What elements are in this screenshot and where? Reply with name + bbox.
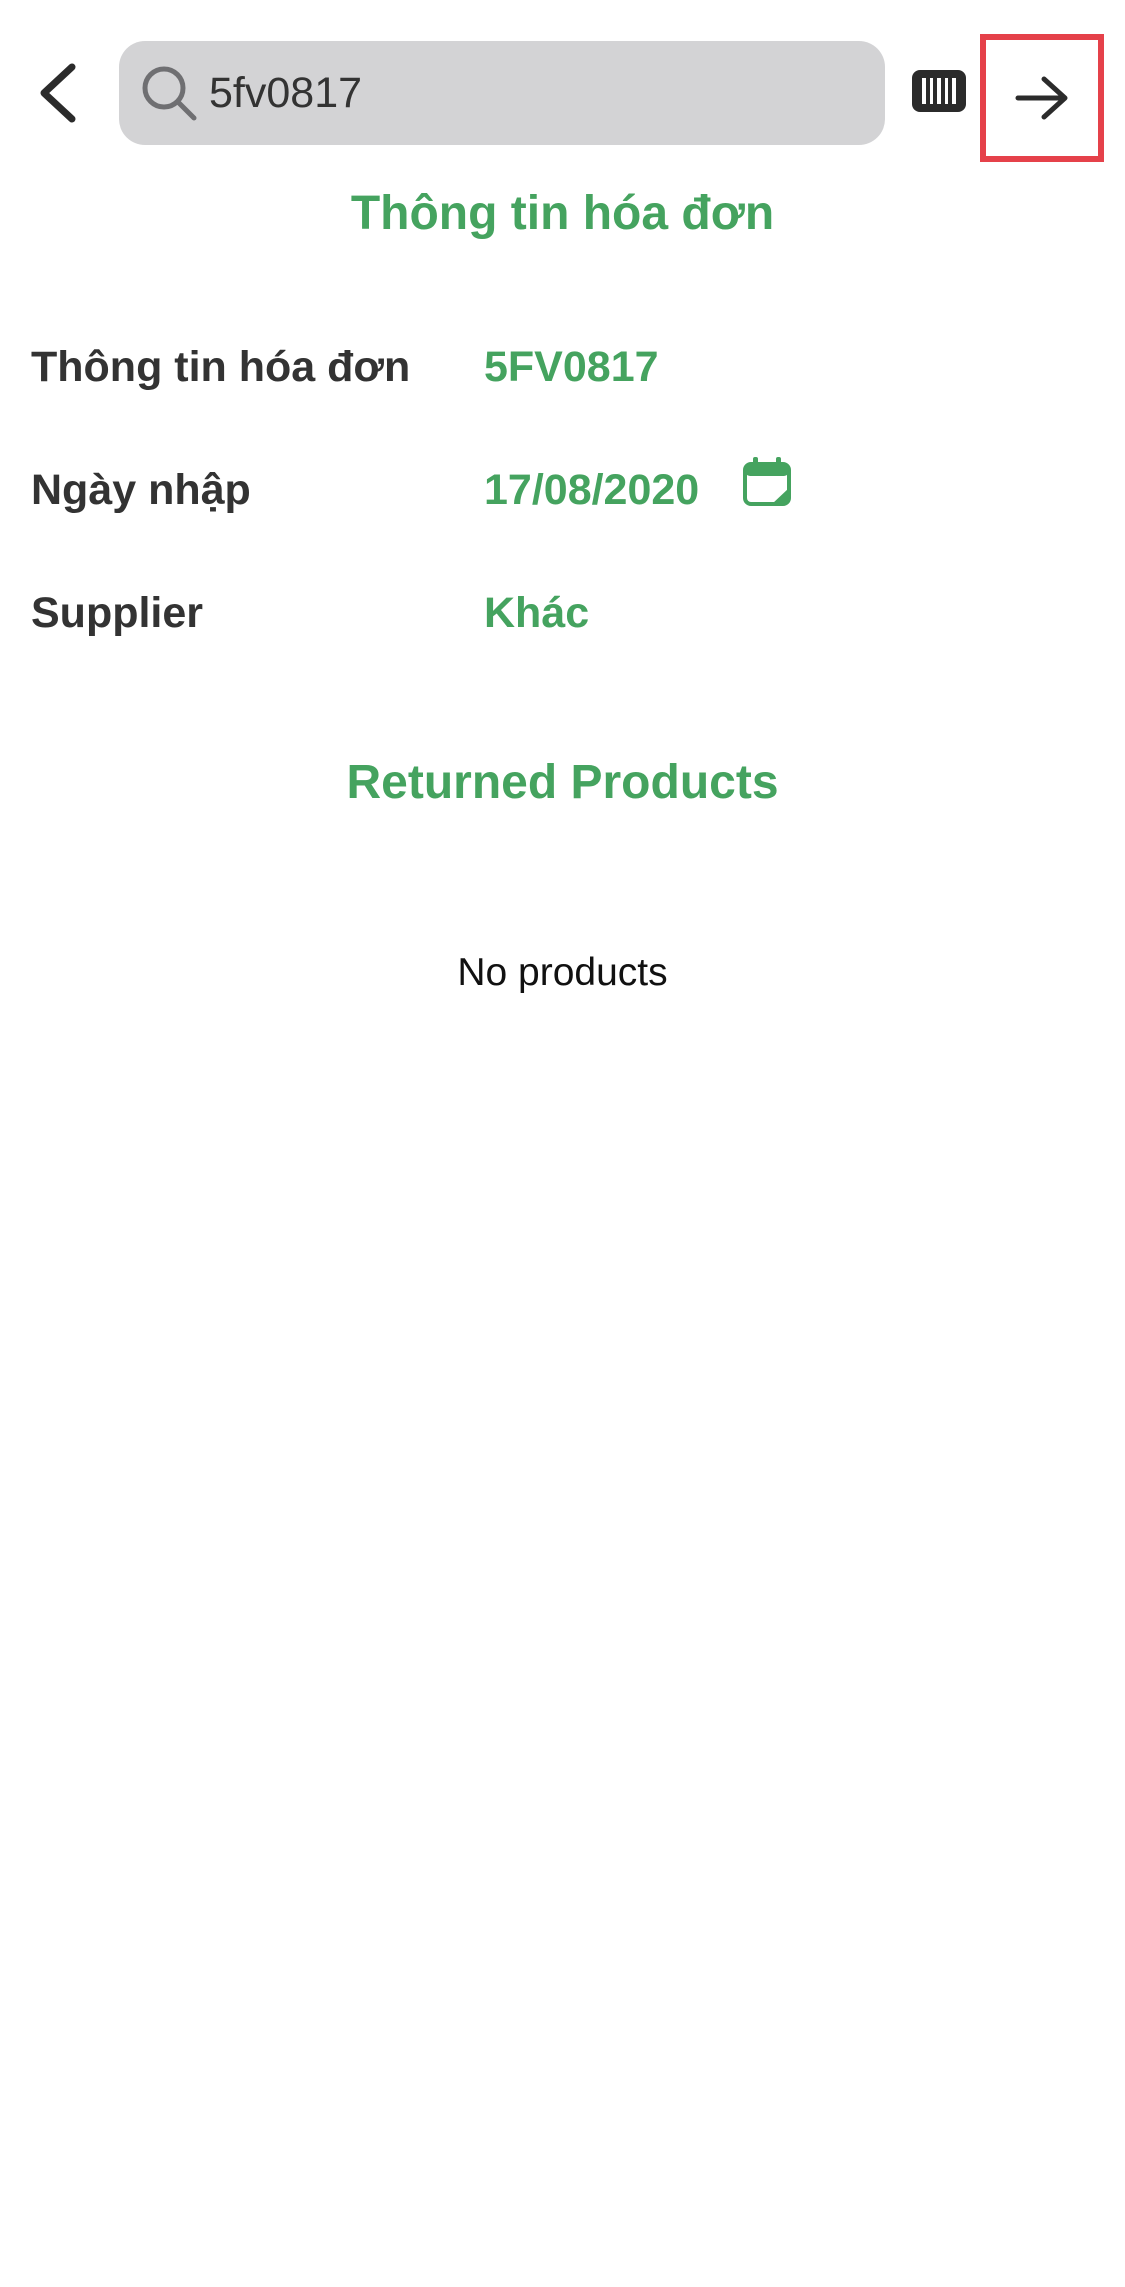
search-icon [142,66,197,121]
search-input[interactable] [209,41,859,145]
barcode-scan-button[interactable] [910,62,968,120]
top-bar [0,0,1125,190]
returned-products-title: Returned Products [346,756,779,809]
no-products-message: No products [457,951,668,994]
next-button[interactable] [980,34,1104,162]
back-button[interactable] [22,48,94,138]
supplier-label: Supplier [31,589,204,637]
import-date-value[interactable]: 17/08/2020 [484,466,699,515]
import-date-row: Ngày nhập 17/08/2020 [0,456,1125,536]
supplier-row: Supplier Khác [0,579,1125,659]
supplier-value[interactable]: Khác [484,589,589,638]
arrow-right-icon [1015,76,1068,120]
barcode-icon [912,70,966,112]
invoice-number-value: 5FV0817 [484,343,659,391]
chevron-left-icon [40,63,76,123]
invoice-number-row: Thông tin hóa đơn 5FV0817 [0,333,1125,413]
search-bar[interactable] [119,41,885,145]
invoice-number-label: Thông tin hóa đơn [31,343,411,391]
calendar-icon[interactable] [742,456,792,508]
import-date-label: Ngày nhập [31,466,251,514]
invoice-section-title: Thông tin hóa đơn [350,187,775,240]
